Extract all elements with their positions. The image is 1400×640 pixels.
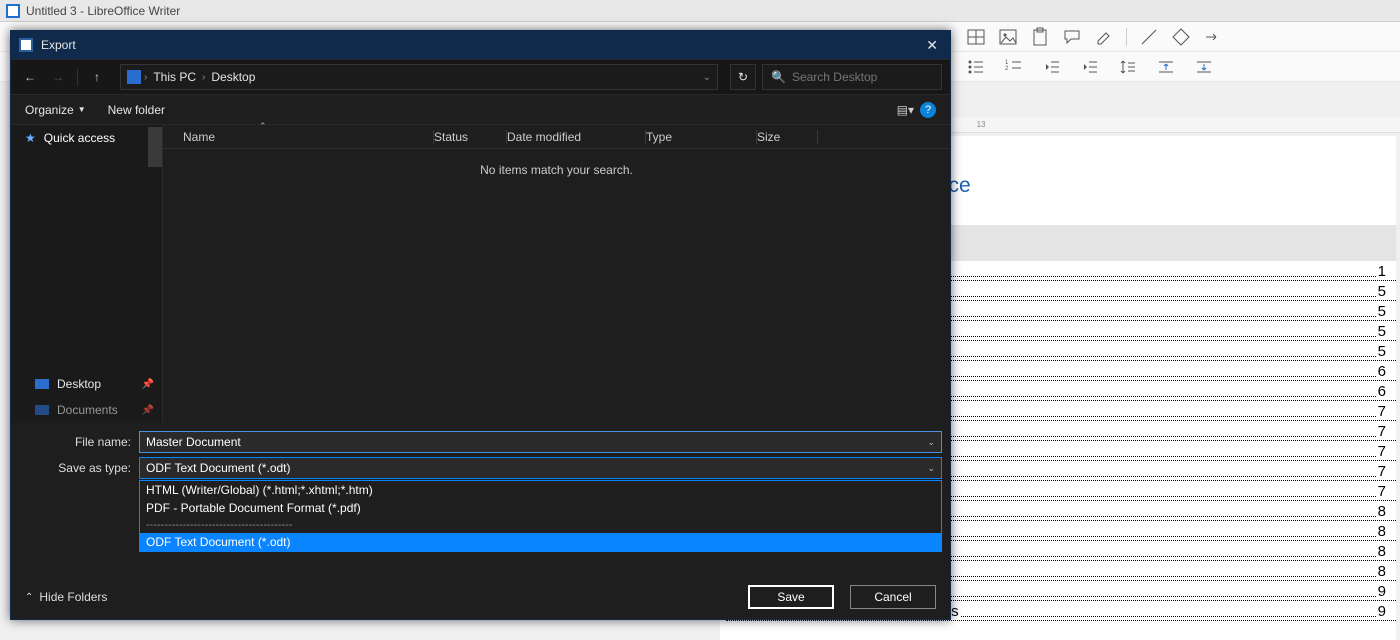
saveas-option[interactable]: PDF - Portable Document Format (*.pdf) (140, 499, 941, 517)
svg-text:2: 2 (1005, 66, 1009, 72)
nav-quick-access[interactable]: ★ Quick access (11, 125, 162, 151)
filename-value: Master Document (146, 435, 241, 449)
dialog-footer: ⌃ Hide Folders Save Cancel (11, 575, 950, 619)
saveas-type-list: HTML (Writer/Global) (*.html;*.xhtml;*.h… (139, 480, 942, 552)
col-date[interactable]: Date modified (507, 130, 645, 144)
indent-inc-icon[interactable] (1080, 57, 1100, 77)
organize-menu[interactable]: Organize ▼ (25, 103, 86, 117)
indent-dec-icon[interactable] (1042, 57, 1062, 77)
refresh-button[interactable]: ↻ (730, 64, 756, 90)
dialog-form: File name: Master Document ⌄ Save as typ… (11, 423, 950, 479)
new-folder-button[interactable]: New folder (108, 103, 165, 117)
hide-folders-toggle[interactable]: ⌃ Hide Folders (25, 590, 107, 604)
chevron-up-icon: ⌃ (25, 592, 33, 603)
image-icon[interactable] (998, 27, 1018, 47)
nav-documents-label: Documents (57, 403, 118, 417)
dialog-titlebar[interactable]: Export ✕ (11, 31, 950, 59)
nav-sep (77, 68, 78, 86)
saveas-option[interactable]: ODF Text Document (*.odt) (140, 533, 941, 551)
navigation-pane: ★ Quick access Desktop 📌 Documents 📌 (11, 125, 163, 423)
search-box[interactable]: 🔍 (762, 64, 942, 90)
filename-input[interactable]: Master Document ⌄ (139, 431, 942, 453)
chevron-down-icon: ▼ (78, 105, 86, 114)
help-button[interactable]: ? (920, 102, 936, 118)
file-list-pane: Name ⌃ Status Date modified Type Size No… (163, 125, 950, 423)
nav-documents[interactable]: Documents 📌 (11, 397, 162, 423)
export-dialog: Export ✕ ← → ↑ › This PC › Desktop ⌄ ↻ 🔍… (10, 30, 951, 620)
search-input[interactable] (792, 70, 947, 84)
table-icon[interactable] (966, 27, 986, 47)
breadcrumb[interactable]: › This PC › Desktop ⌄ (120, 64, 718, 90)
nav-back-button[interactable]: ← (19, 66, 41, 88)
saveas-option[interactable]: HTML (Writer/Global) (*.html;*.xhtml;*.h… (140, 481, 941, 499)
star-icon: ★ (25, 131, 36, 145)
line-spacing-icon[interactable] (1118, 57, 1138, 77)
saveas-type-dropdown[interactable]: ODF Text Document (*.odt) ⌄ HTML (Writer… (139, 457, 942, 479)
pin-icon: 📌 (142, 379, 154, 390)
para-spacing-dec-icon[interactable] (1194, 57, 1214, 77)
col-type[interactable]: Type (646, 130, 756, 144)
saveas-value: ODF Text Document (*.odt) (146, 461, 291, 475)
col-name[interactable]: Name ⌃ (183, 130, 433, 144)
para-spacing-inc-icon[interactable] (1156, 57, 1176, 77)
navpane-scrollbar[interactable] (148, 127, 162, 167)
col-status[interactable]: Status (434, 130, 506, 144)
hide-folders-label: Hide Folders (39, 590, 107, 604)
folder-icon (35, 379, 49, 389)
refresh-icon: ↻ (738, 70, 748, 84)
nav-up-button[interactable]: ↑ (86, 66, 108, 88)
toolbar-sep (1126, 28, 1127, 46)
app-titlebar: Untitled 3 - LibreOffice Writer (0, 0, 1400, 22)
nav-desktop[interactable]: Desktop 📌 (11, 371, 162, 397)
breadcrumb-root[interactable]: This PC (153, 70, 196, 84)
nav-forward-button[interactable]: → (47, 66, 69, 88)
edit-icon[interactable] (1094, 27, 1114, 47)
clipboard-icon[interactable] (1030, 27, 1050, 47)
sort-asc-icon: ⌃ (259, 121, 267, 132)
no-items-message: No items match your search. (163, 163, 950, 177)
app-title: Untitled 3 - LibreOffice Writer (26, 4, 180, 18)
breadcrumb-leaf[interactable]: Desktop (211, 70, 255, 84)
arrow-icon[interactable] (1203, 27, 1223, 47)
chevron-right-icon: › (144, 72, 147, 83)
writer-doc-icon (6, 4, 20, 18)
nav-quick-label: Quick access (44, 131, 115, 145)
chevron-right-icon: › (202, 72, 205, 83)
organize-label: Organize (25, 103, 74, 117)
chevron-down-icon[interactable]: ⌄ (927, 437, 935, 448)
dialog-title: Export (41, 38, 922, 52)
filename-label: File name: (19, 435, 139, 449)
saveas-label: Save as type: (19, 461, 139, 475)
this-pc-icon (127, 70, 141, 84)
col-size[interactable]: Size (757, 130, 817, 144)
breadcrumb-dropdown[interactable]: ⌄ (703, 72, 711, 83)
cancel-button[interactable]: Cancel (850, 585, 936, 609)
chevron-down-icon[interactable]: ⌄ (927, 463, 935, 474)
list-bullet-icon[interactable] (966, 57, 986, 77)
list-number-icon[interactable]: 12 (1004, 57, 1024, 77)
save-button[interactable]: Save (748, 585, 834, 609)
saveas-option-separator: ---------------------------------------- (140, 517, 941, 533)
pin-icon: 📌 (142, 405, 154, 416)
dialog-nav-bar: ← → ↑ › This PC › Desktop ⌄ ↻ 🔍 (11, 59, 950, 95)
close-button[interactable]: ✕ (922, 35, 942, 56)
nav-desktop-label: Desktop (57, 377, 101, 391)
search-icon: 🔍 (771, 70, 786, 84)
comment-icon[interactable] (1062, 27, 1082, 47)
view-mode-button[interactable]: ▤▾ (897, 103, 914, 117)
column-headers: Name ⌃ Status Date modified Type Size (163, 125, 950, 149)
shape-icon[interactable] (1171, 27, 1191, 47)
dialog-toolbar: Organize ▼ New folder ▤▾ ? (11, 95, 950, 125)
folder-icon (35, 405, 49, 415)
line-icon[interactable] (1139, 27, 1159, 47)
export-dialog-icon (19, 38, 33, 52)
